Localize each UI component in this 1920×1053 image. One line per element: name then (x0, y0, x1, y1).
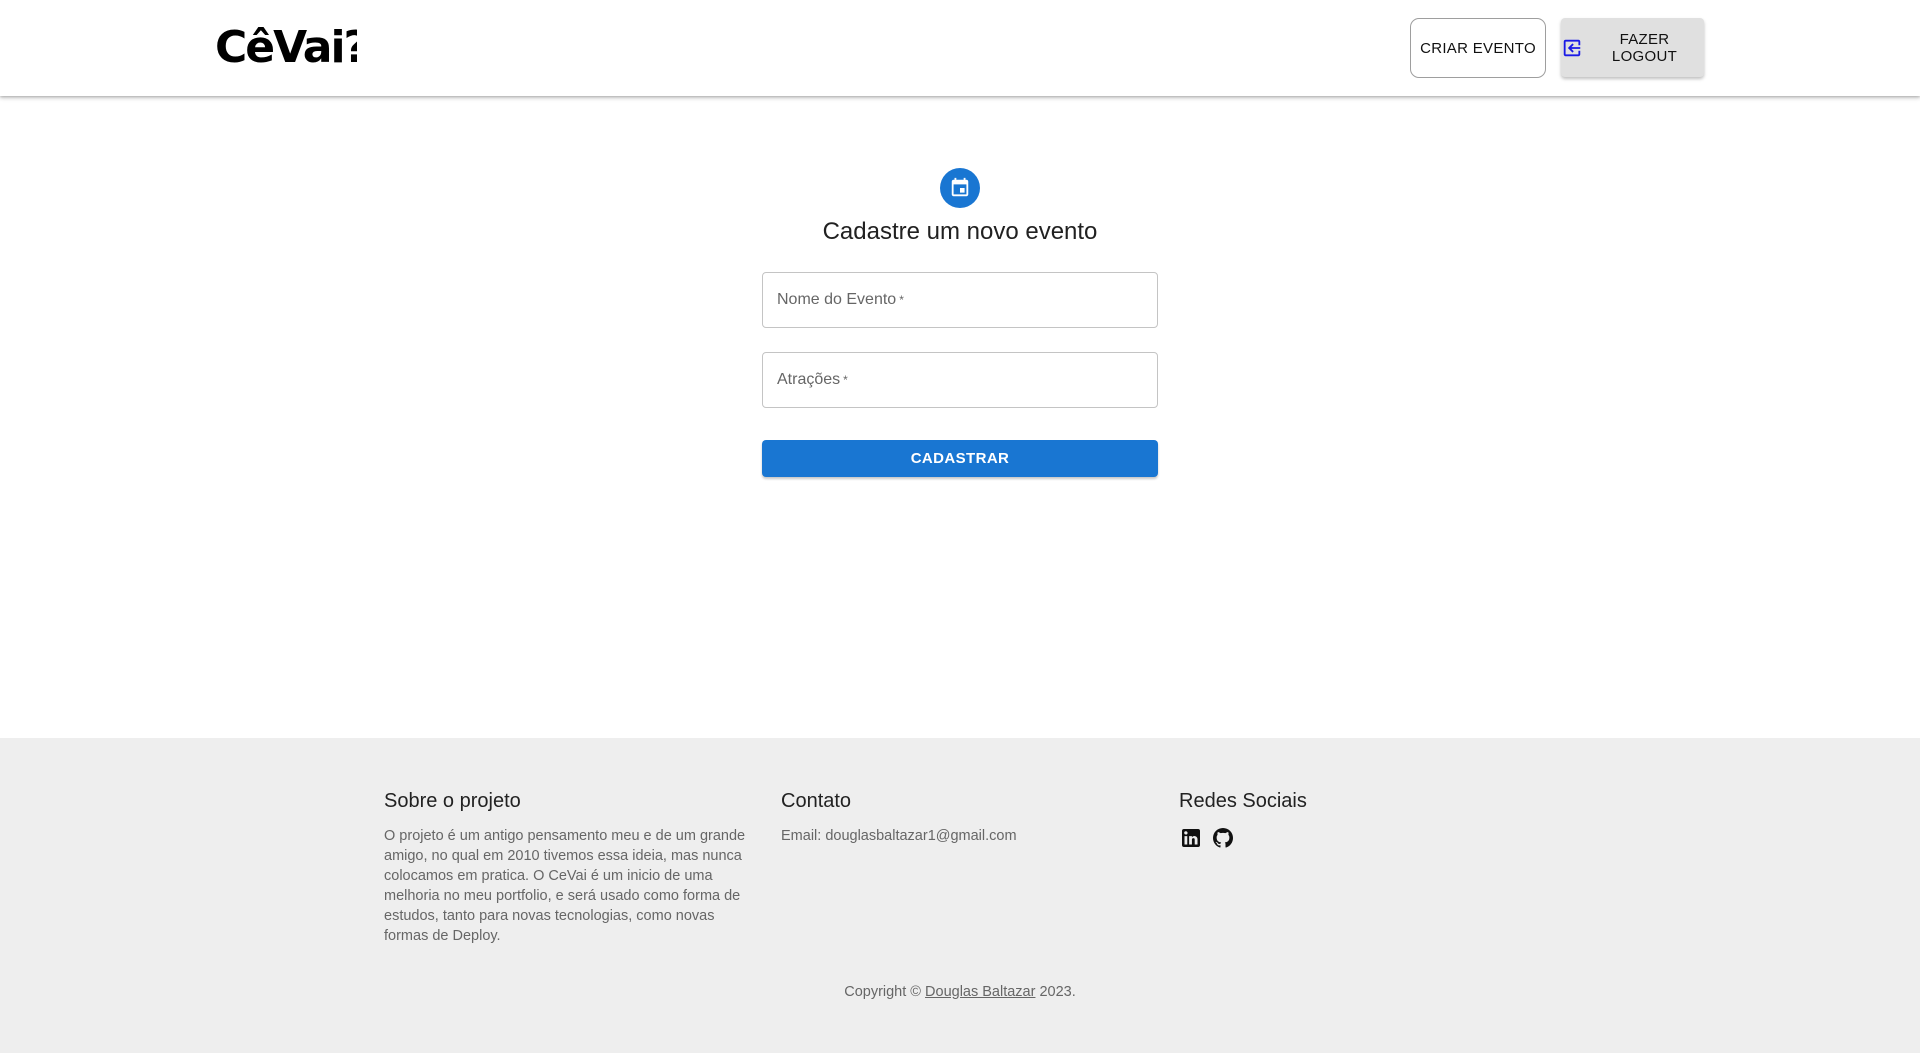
sobre-text: O projeto é um antigo pensamento meu e d… (384, 828, 746, 944)
logo-graphic: CêVai? (215, 22, 357, 70)
criar-evento-label: CRIAR EVENTO (1420, 39, 1536, 57)
app-header: CêVai? CRIAR EVENTO FAZER LOGOUT (0, 0, 1920, 96)
linkedin-icon[interactable] (1179, 826, 1203, 850)
cadastrar-label: CADASTRAR (910, 450, 1010, 467)
redes-title: Redes Sociais (1179, 790, 1307, 812)
logo-text: CêVai? (215, 22, 357, 70)
atracoes-field[interactable]: Atrações * (762, 352, 1158, 408)
logout-icon (1561, 37, 1583, 59)
github-icon[interactable] (1211, 826, 1235, 850)
logout-label: FAZER LOGOUT (1611, 30, 1678, 65)
nome-evento-input[interactable] (763, 273, 1157, 327)
event-calendar-icon (951, 177, 969, 197)
copyright-text: Copyright © Douglas Baltazar 2023. (0, 984, 1920, 1000)
atracoes-input[interactable] (763, 353, 1157, 407)
copyright-prefix: Copyright © (844, 984, 926, 1000)
social-links (1179, 826, 1549, 850)
site-footer: Sobre o projeto O projeto é um antigo pe… (0, 738, 1920, 1053)
footer-contato-section: Contato Email: douglasbaltazar1@gmail.co… (781, 788, 1151, 846)
footer-redes-section: Redes Sociais (1179, 788, 1549, 850)
criar-evento-button[interactable]: CRIAR EVENTO (1410, 18, 1546, 78)
footer-sobre-section: Sobre o projeto O projeto é um antigo pe… (384, 788, 754, 946)
contato-email: Email: douglasbaltazar1@gmail.com (781, 828, 1017, 844)
logout-button[interactable]: FAZER LOGOUT (1561, 18, 1704, 77)
copyright-suffix: 2023. (1035, 984, 1076, 1000)
cadastrar-button[interactable]: CADASTRAR (762, 440, 1158, 477)
contato-title: Contato (781, 790, 852, 812)
form-title: Cadastre um novo evento (822, 218, 1098, 245)
author-link[interactable]: Douglas Baltazar (925, 984, 1035, 1000)
sobre-title: Sobre o projeto (384, 790, 521, 812)
event-avatar (940, 168, 980, 208)
event-form-section: Cadastre um novo evento Nome do Evento * … (0, 96, 1920, 738)
cevai-logo[interactable]: CêVai? (215, 20, 357, 70)
nome-evento-field[interactable]: Nome do Evento * (762, 272, 1158, 328)
